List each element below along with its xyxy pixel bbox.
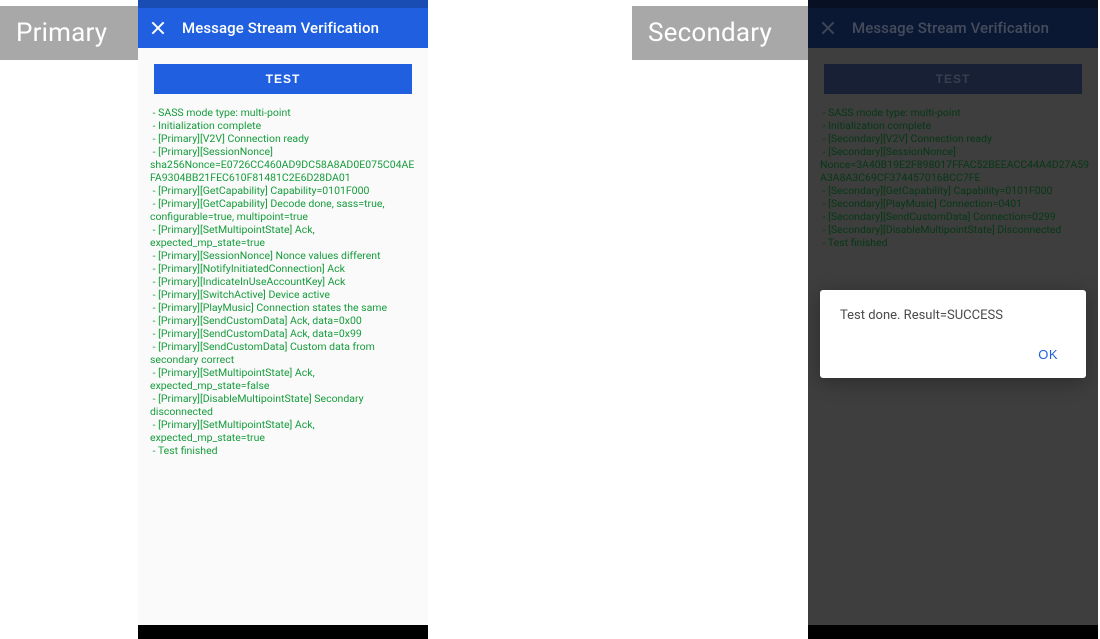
- dialog-ok-button[interactable]: OK: [1030, 339, 1066, 370]
- result-dialog: Test done. Result=SUCCESS OK: [820, 290, 1086, 378]
- primary-app-bar: Message Stream Verification: [138, 8, 428, 48]
- secondary-device-frame: Message Stream Verification TEST - SASS …: [808, 0, 1098, 639]
- primary-device-label: Primary: [0, 6, 138, 60]
- primary-log-output: - SASS mode type: multi-point - Initiali…: [138, 106, 428, 457]
- primary-device-frame: Message Stream Verification TEST - SASS …: [138, 0, 428, 639]
- test-button[interactable]: TEST: [154, 64, 412, 94]
- primary-status-bar: [138, 0, 428, 8]
- secondary-screen: Message Stream Verification TEST - SASS …: [808, 0, 1098, 639]
- dialog-actions: OK: [840, 339, 1066, 370]
- primary-screen: Message Stream Verification TEST - SASS …: [138, 0, 428, 639]
- secondary-device-label: Secondary: [632, 6, 808, 60]
- primary-content: TEST - SASS mode type: multi-point - Ini…: [138, 48, 428, 625]
- primary-nav-bar: [138, 625, 428, 639]
- app-bar-title: Message Stream Verification: [182, 19, 379, 37]
- dialog-message: Test done. Result=SUCCESS: [840, 308, 1066, 323]
- close-icon[interactable]: [150, 20, 166, 36]
